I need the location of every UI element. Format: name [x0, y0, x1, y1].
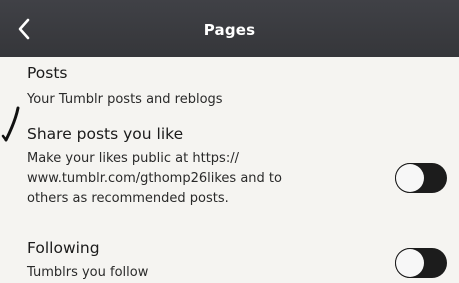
setting-description: Your Tumblr posts and reblogs: [27, 92, 223, 107]
setting-description-line: others as recommended posts.: [27, 191, 229, 206]
setting-description-line: Make your likes public at https://: [27, 151, 239, 166]
setting-description: Tumblrs you follow: [27, 265, 149, 280]
toggle-knob: [396, 249, 424, 277]
setting-following: Following Tumblrs you follow: [0, 227, 459, 283]
header-bar: Pages: [0, 0, 459, 57]
share-likes-toggle[interactable]: [395, 163, 447, 193]
setting-description-line: www.tumblr.com/gthomp26likes and to: [27, 171, 282, 186]
pen-mark-icon: [1, 106, 20, 142]
page-title: Pages: [203, 21, 256, 39]
setting-title: Following: [27, 239, 100, 257]
setting-share-likes: Share posts you like Make your likes pub…: [0, 117, 459, 227]
following-toggle[interactable]: [395, 248, 447, 278]
setting-posts[interactable]: Posts Your Tumblr posts and reblogs: [0, 57, 459, 117]
setting-title: Share posts you like: [27, 125, 184, 143]
setting-title: Posts: [27, 64, 68, 82]
toggle-knob: [396, 164, 424, 192]
